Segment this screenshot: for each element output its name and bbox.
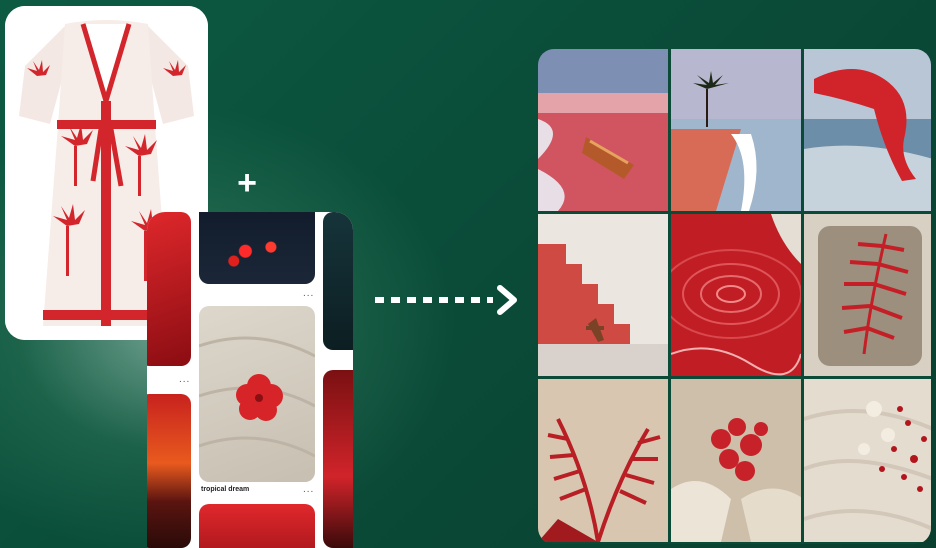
grid-image-red-water-ripples[interactable] xyxy=(671,214,801,376)
grid-image-palm-leaf-fossil-stone[interactable] xyxy=(804,214,931,376)
grid-image-red-scarf-ocean[interactable] xyxy=(804,49,931,211)
pin-caption: tropical dream xyxy=(201,486,250,493)
more-options-icon[interactable]: ... xyxy=(179,374,190,385)
dotted-arrow-icon xyxy=(375,285,517,315)
board-pin-flower-sand[interactable] xyxy=(199,306,315,482)
more-options-icon[interactable]: ... xyxy=(303,288,314,299)
grid-image-red-palm-fronds[interactable] xyxy=(538,379,668,542)
board-pin-red-sunset[interactable] xyxy=(147,394,191,548)
moodboard-grid xyxy=(538,49,931,544)
grid-image-sand-shells-red-beads[interactable] xyxy=(804,379,931,542)
more-options-icon[interactable]: ... xyxy=(303,484,314,495)
board-pin-dark-teal[interactable] xyxy=(323,212,353,350)
inspiration-board[interactable]: ... ... tropical dream ... xyxy=(147,212,353,548)
grid-image-pink-lagoon-boat[interactable] xyxy=(538,49,668,211)
grid-image-red-stairs-wall[interactable] xyxy=(538,214,668,376)
plus-icon: + xyxy=(237,164,257,202)
board-pin-red-bokeh[interactable] xyxy=(199,212,315,284)
board-pin-red-waves[interactable] xyxy=(199,504,315,548)
board-pin-palm-sunset[interactable] xyxy=(323,370,353,548)
grid-image-palm-beach-sunset[interactable] xyxy=(671,49,801,211)
grid-image-red-coral-rocks[interactable] xyxy=(671,379,801,542)
board-pin-red-fabric[interactable] xyxy=(147,212,191,366)
